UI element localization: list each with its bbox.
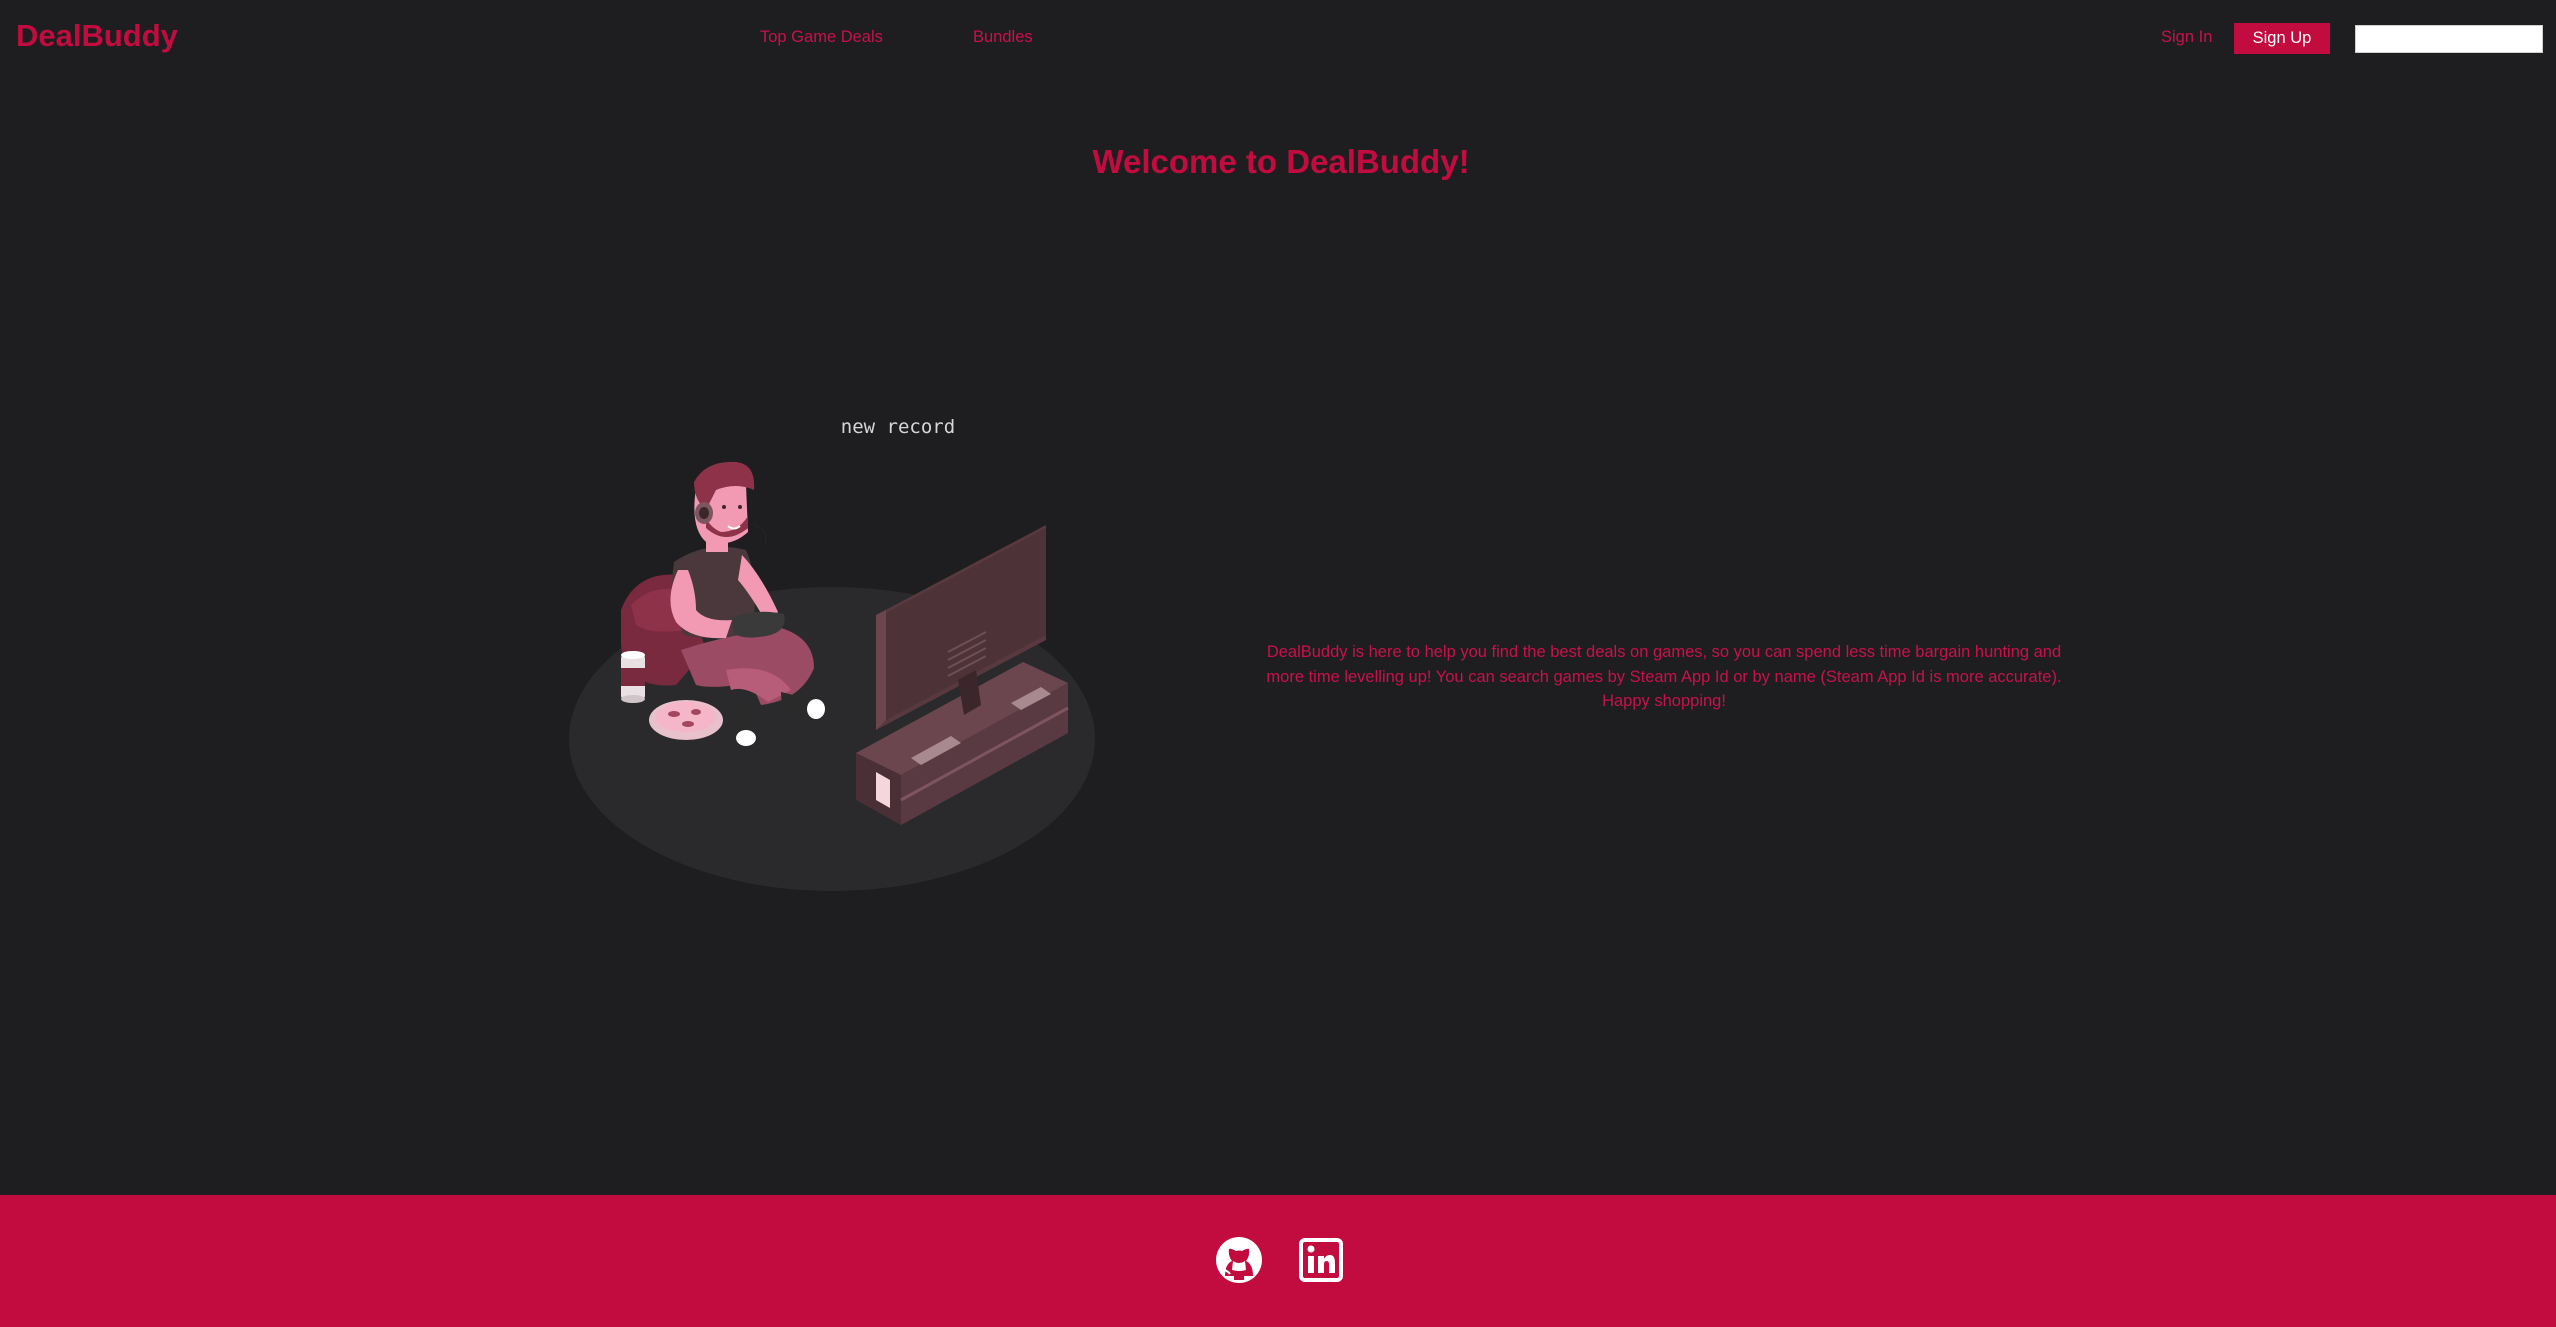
soda-can [621,651,645,703]
nav-link-bundles[interactable]: Bundles [973,28,1033,47]
sign-in-link[interactable]: Sign In [2161,28,2212,47]
footer [0,1195,2556,1327]
gamer-illustration: new record [556,400,1116,920]
linkedin-icon [1299,1238,1343,1282]
intro-description: DealBuddy is here to help you find the b… [1266,643,2062,710]
page: DealBuddy Top Game Deals Bundles Sign In… [0,0,2556,1327]
sign-up-button[interactable]: Sign Up [2234,23,2330,54]
pizza-plate [649,700,723,740]
brand-logo[interactable]: DealBuddy [16,18,178,54]
linkedin-link[interactable] [1295,1234,1347,1286]
nav-link-top-game-deals[interactable]: Top Game Deals [760,28,883,47]
illustration-caption: new record [841,416,955,438]
github-link[interactable] [1213,1234,1265,1286]
navbar: DealBuddy Top Game Deals Bundles Sign In… [0,0,2556,76]
page-title: Welcome to DealBuddy! [1092,143,1470,180]
search-input[interactable] [2355,25,2543,53]
github-icon [1216,1237,1262,1283]
